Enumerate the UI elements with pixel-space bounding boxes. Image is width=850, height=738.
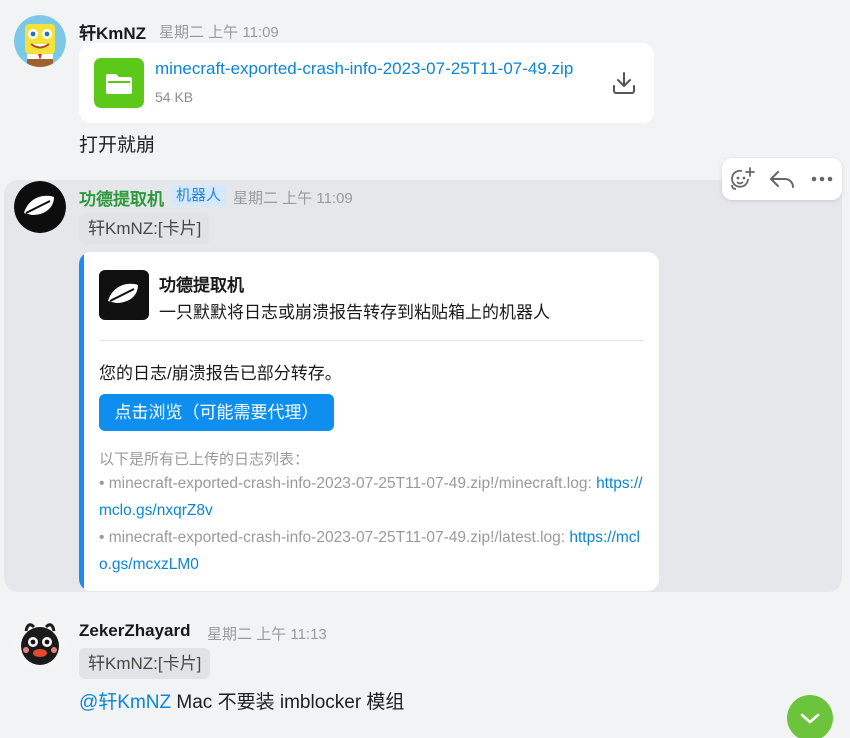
message-time: 星期二 上午 11:13: [207, 626, 327, 643]
download-icon[interactable]: [609, 68, 639, 98]
quote-reference[interactable]: 轩KmNZ:[卡片]: [79, 648, 211, 679]
avatar[interactable]: [14, 617, 66, 669]
message-toolbar: [722, 158, 842, 200]
bot-logo: [99, 270, 149, 320]
chevron-down-icon: [800, 713, 820, 724]
message-body: Mac 不要装 imblocker 模组: [171, 692, 405, 713]
bot-card: 功德提取机 一只默默将日志或崩溃报告转存到粘贴箱上的机器人 您的日志/崩溃报告已…: [79, 252, 659, 591]
log-path: • minecraft-exported-crash-info-2023-07-…: [99, 529, 570, 546]
card-note: 以下是所有已上传的日志列表：: [99, 451, 310, 468]
sender-name[interactable]: ZekerZhayard: [79, 621, 191, 641]
card-subtitle: 一只默默将日志或崩溃报告转存到粘贴箱上的机器人: [159, 303, 550, 322]
card-body: 您的日志/崩溃报告已部分转存。: [99, 364, 342, 383]
sender-name[interactable]: 功德提取机: [79, 185, 164, 210]
card-accent-bar: [79, 252, 84, 591]
message-text: 打开就崩: [79, 135, 156, 156]
message-text: @轩KmNZ Mac 不要装 imblocker 模组: [79, 687, 404, 714]
log-item: • minecraft-exported-crash-info-2023-07-…: [99, 470, 644, 524]
avatar[interactable]: [14, 15, 66, 67]
file-attachment[interactable]: minecraft-exported-crash-info-2023-07-25…: [79, 43, 654, 123]
file-name[interactable]: minecraft-exported-crash-info-2023-07-25…: [155, 59, 605, 79]
folder-icon: [94, 58, 144, 108]
log-path: • minecraft-exported-crash-info-2023-07-…: [99, 475, 597, 492]
avatar[interactable]: [14, 181, 66, 233]
quote-reference[interactable]: 轩KmNZ:[卡片]: [79, 213, 211, 244]
more-icon[interactable]: [808, 165, 836, 193]
browse-button[interactable]: 点击浏览（可能需要代理）: [99, 394, 334, 431]
log-item: • minecraft-exported-crash-info-2023-07-…: [99, 524, 644, 578]
message-time: 星期二 上午 11:09: [233, 190, 353, 207]
message-time: 星期二 上午 11:09: [159, 24, 279, 41]
sender-name[interactable]: 轩KmNZ: [79, 19, 146, 44]
bot-badge: 机器人: [171, 185, 227, 206]
file-size: 54 KB: [155, 89, 194, 105]
reply-icon[interactable]: [768, 165, 796, 193]
scroll-to-bottom-button[interactable]: [787, 695, 833, 738]
card-divider: [99, 340, 644, 341]
mention-link[interactable]: @轩KmNZ: [79, 692, 171, 713]
add-reaction-icon[interactable]: [728, 165, 756, 193]
card-title: 功德提取机: [159, 276, 244, 295]
